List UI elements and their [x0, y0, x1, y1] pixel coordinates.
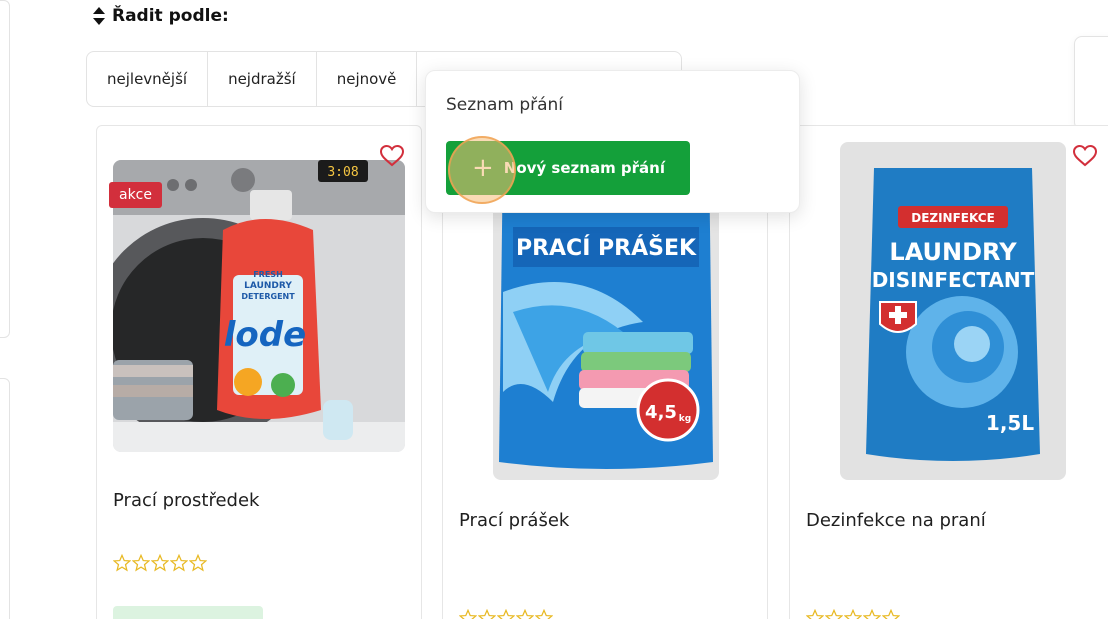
star-outline-icon [863, 609, 881, 619]
pack-weight-text: 4,5 [645, 402, 677, 423]
rating-stars [806, 609, 900, 619]
sort-tab-newest[interactable]: nejnově [317, 52, 418, 106]
sort-tab-cheapest[interactable]: nejlevnější [87, 52, 209, 106]
plus-icon: + [472, 153, 494, 183]
star-outline-icon [459, 609, 477, 619]
bottle-label-fresh: FRESH [253, 270, 283, 279]
pack-title-text: PRACÍ PRÁŠEK [516, 235, 697, 261]
star-outline-icon [132, 554, 150, 572]
star-outline-icon [170, 554, 188, 572]
heart-outline-icon[interactable] [379, 144, 405, 168]
wishlist-popup: Seznam přání + Nový seznam přání [425, 70, 800, 213]
sale-badge: akce [109, 182, 162, 208]
sort-icon [93, 7, 105, 25]
star-outline-icon [151, 554, 169, 572]
product-title[interactable]: Prací prášek [459, 510, 569, 531]
star-outline-icon [516, 609, 534, 619]
star-outline-icon [825, 609, 843, 619]
star-outline-icon [113, 554, 131, 572]
product-card[interactable]: 3:08 FRESH LAUNDRY DETERGENT lode akce P… [96, 125, 422, 619]
rating-stars [113, 554, 207, 572]
pack-volume-text: 1,5L [986, 411, 1034, 435]
product-title[interactable]: Prací prostředek [113, 490, 259, 511]
new-wishlist-button[interactable]: + Nový seznam přání [446, 141, 690, 195]
star-outline-icon [882, 609, 900, 619]
star-outline-icon [535, 609, 553, 619]
product-card[interactable]: DEZINFEKCE LAUNDRY DISINFECTANT 1,5L Dez… [789, 125, 1108, 619]
bottle-label-brand: lode [224, 315, 306, 355]
pack-title-line-1: LAUNDRY [889, 238, 1017, 266]
pack-title-line-2: DISINFECTANT [872, 268, 1035, 292]
laundry-disinfectant-image: DEZINFEKCE LAUNDRY DISINFECTANT 1,5L [840, 142, 1066, 480]
star-outline-icon [189, 554, 207, 572]
rating-stars [459, 609, 553, 619]
product-title[interactable]: Dezinfekce na praní [806, 510, 986, 531]
left-filter-panel-lower [0, 378, 10, 619]
stock-badge [113, 606, 263, 619]
washer-display-text: 3:08 [327, 165, 358, 180]
star-outline-icon [478, 609, 496, 619]
star-outline-icon [806, 609, 824, 619]
heart-outline-icon[interactable] [1072, 144, 1098, 168]
sort-tab-most-expensive[interactable]: nejdražší [208, 52, 317, 106]
right-side-panel [1074, 36, 1108, 130]
sort-heading-label: Řadit podle: [112, 6, 229, 26]
bottle-label-detergent: DETERGENT [241, 292, 295, 301]
product-image[interactable]: DEZINFEKCE LAUNDRY DISINFECTANT 1,5L [840, 142, 1066, 480]
bottle-label-laundry: LAUNDRY [244, 281, 292, 291]
star-outline-icon [844, 609, 862, 619]
wishlist-popup-title: Seznam přání [446, 95, 564, 115]
new-wishlist-button-label: Nový seznam přání [503, 159, 665, 177]
left-filter-panel [0, 0, 10, 338]
pack-badge-text: DEZINFEKCE [911, 211, 995, 225]
pack-weight-unit: kg [679, 414, 691, 424]
sort-heading: Řadit podle: [92, 6, 229, 26]
star-outline-icon [497, 609, 515, 619]
